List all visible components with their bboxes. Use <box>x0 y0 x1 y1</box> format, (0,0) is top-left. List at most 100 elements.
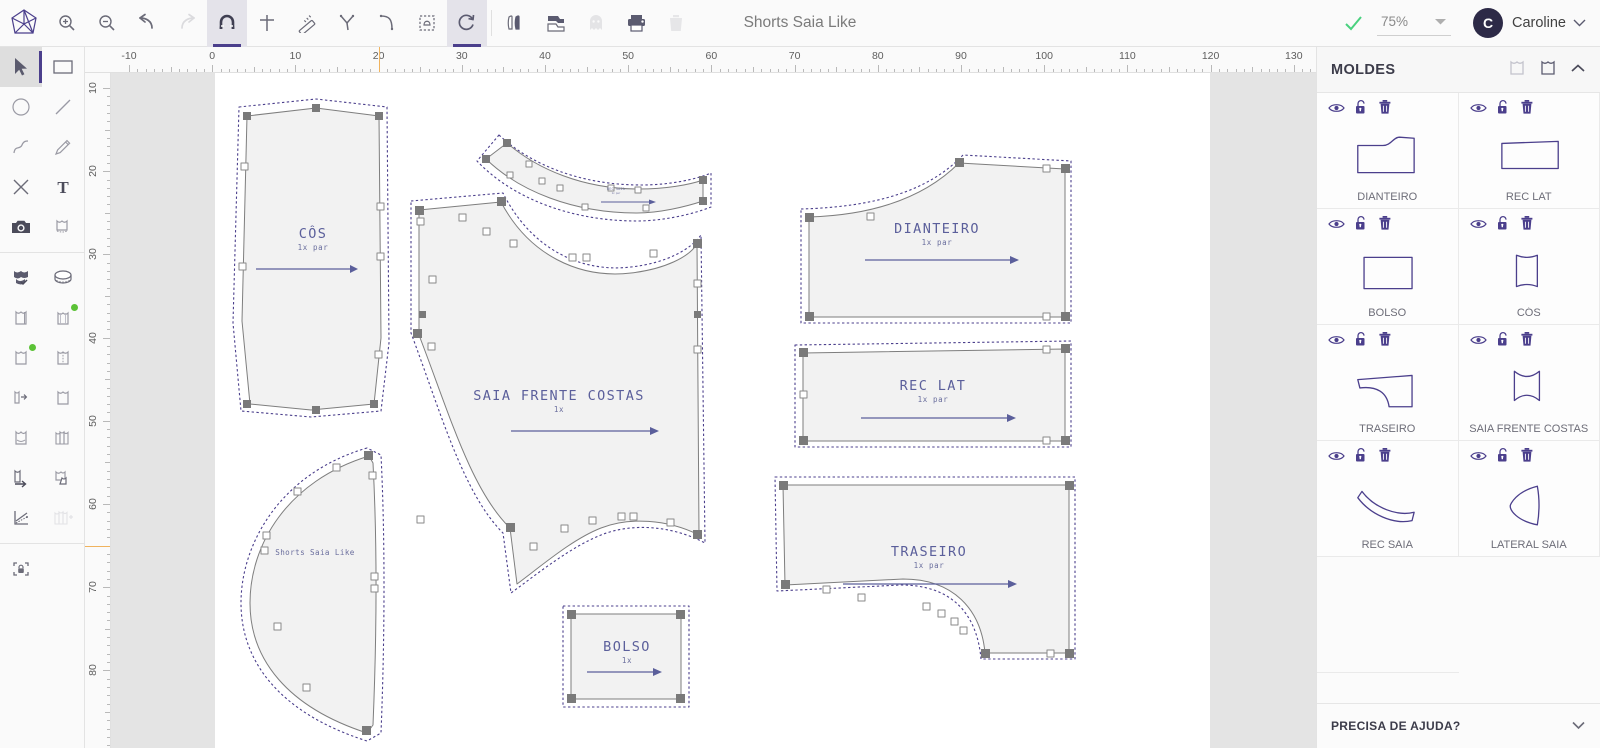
tool-garment-grade[interactable] <box>42 298 84 338</box>
eye-visibility-icon[interactable] <box>1469 449 1487 467</box>
trash-delete-icon[interactable] <box>1520 215 1534 236</box>
tool-fill-garment[interactable] <box>0 258 42 298</box>
molde-cell[interactable]: TRASEIRO <box>1317 325 1459 441</box>
molde-shape-icon[interactable] <box>1539 58 1557 82</box>
lock-unlocked-icon[interactable] <box>1496 331 1511 352</box>
molde-row-actions <box>1317 93 1458 120</box>
rotate-button[interactable] <box>447 0 487 47</box>
ghost-piece-button[interactable] <box>576 0 616 47</box>
undo-button[interactable] <box>127 0 167 47</box>
molde-thumbnail[interactable] <box>1317 236 1458 307</box>
trash-delete-icon[interactable] <box>1520 99 1534 120</box>
trash-delete-icon[interactable] <box>1378 99 1392 120</box>
nest-layout-button[interactable] <box>536 0 576 47</box>
molde-cell[interactable]: LATERAL SAIA <box>1458 441 1600 557</box>
tool-graph-curve[interactable] <box>0 498 42 538</box>
molde-thumbnail[interactable] <box>1459 236 1600 307</box>
user-menu-chevron-down-icon[interactable] <box>1573 14 1586 32</box>
tool-garment-stack[interactable] <box>42 418 84 458</box>
molde-cell[interactable]: REC SAIA <box>1317 441 1459 557</box>
molde-cell[interactable]: CÓS <box>1458 209 1600 325</box>
eye-visibility-icon[interactable] <box>1328 333 1345 351</box>
tool-line[interactable] <box>42 87 84 127</box>
zoom-out-button[interactable] <box>87 0 127 47</box>
tool-circle[interactable] <box>0 87 42 127</box>
curve-corner-button[interactable] <box>367 0 407 47</box>
zoom-selector[interactable]: 75% <box>1376 11 1451 36</box>
guide-line-vertical[interactable] <box>378 47 381 72</box>
add-molde-outline-icon[interactable] <box>1508 58 1526 82</box>
eye-visibility-icon[interactable] <box>1469 217 1487 235</box>
lock-unlocked-icon[interactable] <box>1354 447 1369 468</box>
tool-garment-fold[interactable] <box>42 338 84 378</box>
app-logo[interactable] <box>0 0 47 47</box>
vertical-ruler[interactable]: 10 20 30 40 50 60 70 80 <box>85 73 111 748</box>
lock-unlocked-icon[interactable] <box>1496 447 1511 468</box>
tool-garment-seam[interactable] <box>0 298 42 338</box>
angle-corner-button[interactable] <box>327 0 367 47</box>
tool-rectangle[interactable] <box>42 47 84 87</box>
chevron-down-icon[interactable] <box>1571 717 1586 735</box>
redo-button[interactable] <box>167 0 207 47</box>
lock-unlocked-icon[interactable] <box>1496 215 1511 236</box>
molde-thumbnail[interactable] <box>1459 468 1600 539</box>
horizontal-ruler[interactable]: -100102030405060708090100110120130 <box>85 47 1316 73</box>
molde-cell[interactable]: BOLSO <box>1317 209 1459 325</box>
help-section[interactable]: PRECISA DE AJUDA? <box>1317 703 1600 748</box>
guide-line-horizontal[interactable] <box>85 545 110 548</box>
tool-garment-notch[interactable] <box>0 418 42 458</box>
molde-thumbnail[interactable] <box>1459 120 1600 191</box>
molde-thumbnail[interactable] <box>1317 352 1458 423</box>
trash-delete-icon[interactable] <box>1378 215 1392 236</box>
eye-visibility-icon[interactable] <box>1469 101 1487 119</box>
mirror-fabric-button[interactable] <box>496 0 536 47</box>
molde-cell[interactable]: REC LAT <box>1458 93 1600 209</box>
tool-garment-piece[interactable] <box>42 378 84 418</box>
collapse-chevron-up-icon[interactable] <box>1570 61 1586 79</box>
tool-garment-copy[interactable] <box>42 458 84 498</box>
ruler-tick <box>661 69 663 72</box>
tool-curve[interactable] <box>0 127 42 167</box>
eye-visibility-icon[interactable] <box>1328 101 1345 119</box>
piece-qty: 1x <box>554 405 564 414</box>
molde-cell[interactable]: SAIA FRENTE COSTAS <box>1458 325 1600 441</box>
tool-lock-frame[interactable] <box>0 549 42 589</box>
tool-measure-garment[interactable] <box>42 207 84 247</box>
tool-delete-point[interactable] <box>0 167 42 207</box>
tool-garment-pleat[interactable] <box>0 338 42 378</box>
crosshair-button[interactable] <box>247 0 287 47</box>
trash-button[interactable] <box>656 0 696 47</box>
tool-garment-dart[interactable] <box>0 378 42 418</box>
magnet-snap-button[interactable] <box>207 0 247 47</box>
zoom-in-button[interactable] <box>47 0 87 47</box>
bounding-box-button[interactable] <box>407 0 447 47</box>
pattern-canvas[interactable]: CÔS 1x par REC SAIA 1x par SAIA FRENTE C… <box>111 73 1316 748</box>
trash-delete-icon[interactable] <box>1378 447 1392 468</box>
trash-delete-icon[interactable] <box>1378 331 1392 352</box>
lock-unlocked-icon[interactable] <box>1354 215 1369 236</box>
trash-delete-icon[interactable] <box>1520 331 1534 352</box>
tool-text[interactable]: T <box>42 167 84 207</box>
eye-visibility-icon[interactable] <box>1469 333 1487 351</box>
tool-camera[interactable] <box>0 207 42 247</box>
piece-label: BOLSO <box>603 639 651 655</box>
lock-unlocked-icon[interactable] <box>1354 331 1369 352</box>
tool-pencil[interactable] <box>42 127 84 167</box>
molde-cell[interactable]: DIANTEIRO <box>1317 93 1459 209</box>
tool-add-garment-stack[interactable] <box>42 498 84 538</box>
eye-visibility-icon[interactable] <box>1328 449 1345 467</box>
molde-thumbnail[interactable] <box>1317 120 1458 191</box>
molde-thumbnail[interactable] <box>1459 352 1600 423</box>
print-button[interactable] <box>616 0 656 47</box>
tool-tape-measure[interactable] <box>42 258 84 298</box>
tool-select-arrow[interactable] <box>0 47 42 87</box>
eye-visibility-icon[interactable] <box>1328 217 1345 235</box>
user-name: Caroline <box>1512 15 1566 31</box>
lock-unlocked-icon[interactable] <box>1354 99 1369 120</box>
avatar[interactable]: C <box>1473 8 1503 38</box>
lock-unlocked-icon[interactable] <box>1496 99 1511 120</box>
trash-delete-icon[interactable] <box>1520 447 1534 468</box>
molde-thumbnail[interactable] <box>1317 468 1458 539</box>
ruler-measure-button[interactable] <box>287 0 327 47</box>
tool-garment-mirror[interactable] <box>0 458 42 498</box>
